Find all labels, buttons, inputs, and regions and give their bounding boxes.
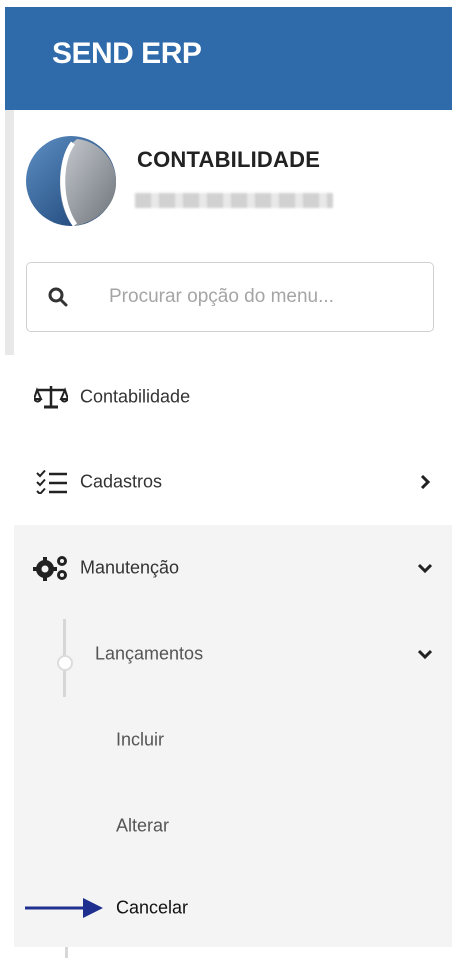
chevron-down-icon [418,649,432,660]
menu-item-label: Contabilidade [80,386,191,407]
menu-item-contabilidade[interactable]: Contabilidade [14,355,452,440]
profile-name: CONTABILIDADE [137,147,321,172]
chevron-down-icon [418,563,432,574]
gears-icon [33,556,67,581]
pointer-arrow-icon [25,898,103,918]
search-icon [48,287,68,307]
submenu-item-label: Incluir [116,729,165,750]
submenu-item-label: Lançamentos [95,643,204,664]
search-input[interactable] [109,279,409,315]
menu-item-manutencao[interactable]: Manutenção [14,525,452,612]
submenu-item-alterar[interactable]: Alterar [14,783,452,869]
submenu-item-incluir[interactable]: Incluir [14,697,452,783]
submenu-item-lancamentos[interactable]: Lançamentos [14,611,452,698]
chevron-right-icon [420,475,431,489]
tree-node-dot [57,655,73,671]
sidebar-menu: SEND ERP CONTABILIDADE Procurar opção do… [5,7,452,958]
profile-rail [5,110,14,355]
balance-scale-icon [34,386,68,409]
menu-search[interactable] [26,262,434,332]
menu-item-cadastros[interactable]: Cadastros [14,439,452,526]
redacted-text [135,193,333,208]
app-brand[interactable]: SEND ERP [52,37,202,71]
tree-connector [65,947,68,958]
app-header: SEND ERP [5,7,452,110]
submenu-item-label: Cancelar [116,897,189,918]
menu-item-label: Cadastros [80,471,163,492]
list-check-icon [36,470,67,494]
menu-item-label: Manutenção [80,557,180,578]
submenu-item-label: Alterar [116,815,170,836]
company-logo-icon [26,136,117,227]
